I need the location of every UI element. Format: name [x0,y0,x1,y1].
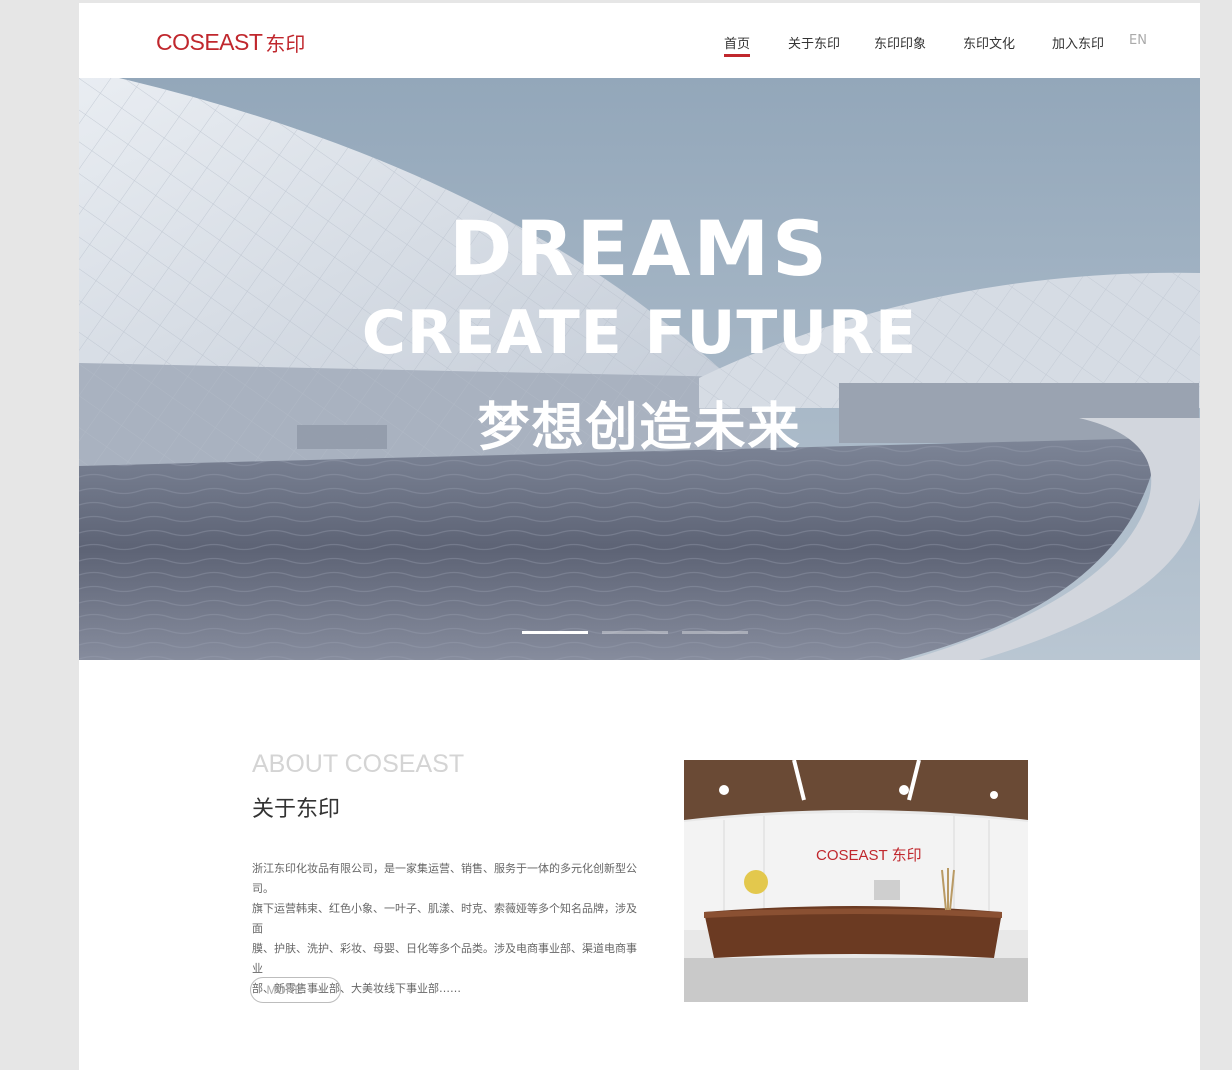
office-reception-photo: COSEAST 东印 [684,760,1028,1002]
about-title-cn: 关于东印 [252,797,341,822]
hero-banner: DREAMS CREATE FUTURE 梦想创造未来 [79,78,1200,660]
logo[interactable]: COSEAST 东印 [156,28,306,56]
carousel-indicators [522,631,748,635]
logo-text-cn: 东印 [265,31,306,56]
header: COSEAST 东印 首页 关于东印 东印印象 东印文化 加入东印 EN [79,3,1200,78]
nav-item-home[interactable]: 首页 [724,33,751,57]
about-paragraph-line: 旗下运营韩束、红色小象、一叶子、肌漾、时克、索薇娅等多个知名品牌，涉及面 [252,902,637,935]
nav-item-culture[interactable]: 东印文化 [963,33,1015,52]
nav-item-join[interactable]: 加入东印 [1052,33,1104,52]
carousel-dot-2[interactable] [602,631,668,634]
about-title-en: ABOUT COSEAST [252,750,465,778]
more-button-label: MORE [266,983,303,997]
nav-item-about[interactable]: 关于东印 [788,33,840,52]
arrow-right-icon [308,986,324,991]
page: COSEAST 东印 首页 关于东印 东印印象 东印文化 加入东印 EN DRE… [79,3,1200,1070]
hero-title-line1: DREAMS [449,204,830,293]
hero-title-line3: 梦想创造未来 [477,398,802,458]
photo-sign-text: COSEAST 东印 [816,847,922,864]
hero-background-image [79,78,1200,660]
about-paragraph-line: 浙江东印化妆品有限公司，是一家集运营、销售、服务于一体的多元化创新型公司。 [252,862,637,895]
carousel-dot-3[interactable] [682,631,748,634]
hero-title-line2: CREATE FUTURE [361,298,918,368]
carousel-dot-1[interactable] [522,631,588,634]
logo-text-en: COSEAST [156,28,263,55]
more-button[interactable]: MORE [250,977,341,1003]
language-switch-en[interactable]: EN [1129,33,1147,48]
about-paragraph-line: 膜、护肤、洗护、彩妆、母婴、日化等多个品类。涉及电商事业部、渠道电商事业 [252,942,637,975]
nav-item-impression[interactable]: 东印印象 [874,33,926,52]
